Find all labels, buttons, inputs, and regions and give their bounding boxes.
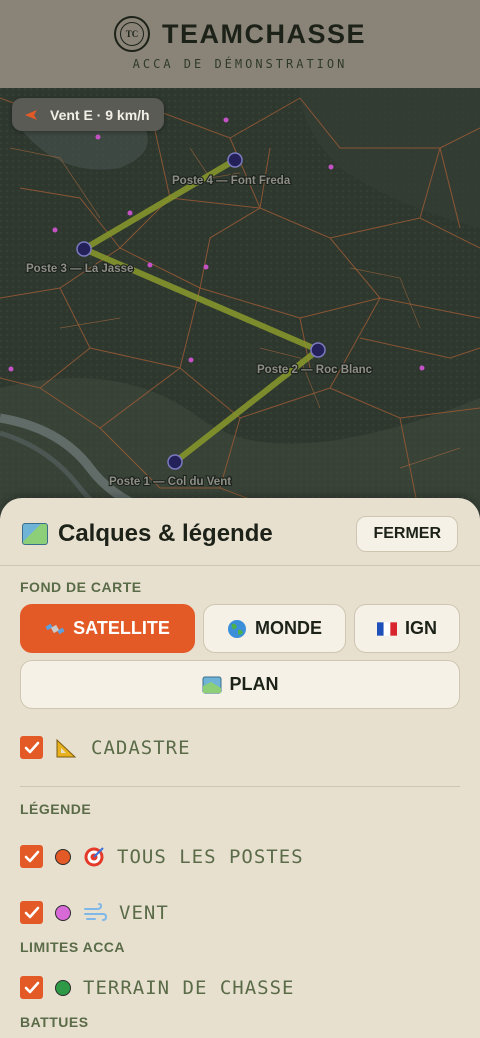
posts-color-dot xyxy=(55,848,71,865)
post-label: Poste 2 — Roc Blanc xyxy=(257,364,373,376)
check-icon xyxy=(24,850,39,862)
brand: TC TEAMCHASSE xyxy=(0,16,480,52)
basemap-monde-button[interactable]: MONDE xyxy=(203,604,346,653)
legend-label: VENT xyxy=(119,901,169,924)
limit-label: TERRAIN DE CHASSE xyxy=(83,976,295,999)
legend-item-posts[interactable]: TOUS LES POSTES xyxy=(20,845,304,868)
post-marker[interactable] xyxy=(167,454,183,470)
satellite-icon xyxy=(45,623,65,634)
post-label: Poste 3 — La Jasse xyxy=(26,263,133,275)
sheet-header: Calques & légende FERMER xyxy=(0,498,480,566)
close-button[interactable]: FERMER xyxy=(356,516,458,552)
app-header: TC TEAMCHASSE ACCA DE DÉMONSTRATION xyxy=(0,0,480,88)
hunting-ground-color-dot xyxy=(55,979,71,996)
basemap-plan-button[interactable]: PLAN xyxy=(20,660,460,709)
basemap-ign-button[interactable]: IGN xyxy=(354,604,460,653)
post-label: Poste 1 — Col du Vent xyxy=(109,476,231,488)
logo: TC xyxy=(113,16,150,52)
check-icon xyxy=(24,741,39,753)
checkbox-checked[interactable] xyxy=(20,976,43,999)
basemap-label: IGN xyxy=(404,618,437,638)
check-icon xyxy=(24,981,39,993)
limits-section-label: LIMITES ACCA xyxy=(20,939,126,955)
map-icon xyxy=(22,523,48,545)
wind-icon xyxy=(84,902,107,921)
globe-icon xyxy=(228,619,246,638)
checkbox-checked[interactable] xyxy=(20,845,43,868)
legend-label: TOUS LES POSTES xyxy=(117,845,304,868)
basemap-label: SATELLITE xyxy=(73,618,170,638)
app-title: TEAMCHASSE xyxy=(161,18,366,49)
wind-arrow-icon xyxy=(25,109,37,120)
basemap-label: PLAN xyxy=(229,674,279,694)
post-marker[interactable] xyxy=(76,241,92,257)
sheet-title-text: Calques & légende xyxy=(58,520,273,547)
logo-monogram: TC xyxy=(119,22,144,46)
wind-color-dot xyxy=(55,904,71,921)
cadastre-toggle[interactable]: CADASTRE xyxy=(20,736,191,759)
basemap-label: MONDE xyxy=(255,618,322,638)
checkbox-checked[interactable] xyxy=(20,901,43,924)
section-divider xyxy=(20,786,460,787)
wind-label: Vent E · 9 km/h xyxy=(50,106,150,123)
map-view[interactable]: Poste 4 — Font Freda Poste 3 — La Jasse … xyxy=(0,88,480,518)
triangular-ruler-icon xyxy=(56,738,77,757)
french-flag-icon xyxy=(376,621,397,636)
post-marker[interactable] xyxy=(227,152,243,168)
cadastre-label: CADASTRE xyxy=(91,736,191,759)
sheet-title: Calques & légende xyxy=(22,520,273,548)
layers-sheet: Calques & légende FERMER FOND DE CARTE S… xyxy=(0,498,480,1038)
target-icon xyxy=(84,846,104,866)
map-icon xyxy=(202,676,221,693)
app-subtitle: ACCA DE DÉMONSTRATION xyxy=(132,57,348,71)
satellite-map[interactable]: Poste 4 — Font Freda Poste 3 — La Jasse … xyxy=(0,88,480,518)
legend-item-wind[interactable]: VENT xyxy=(20,901,169,924)
limit-item-hunting-ground[interactable]: TERRAIN DE CHASSE xyxy=(20,976,294,999)
post-label: Poste 4 — Font Freda xyxy=(172,175,291,187)
basemap-section-label: FOND DE CARTE xyxy=(20,579,142,595)
legend-section-label: LÉGENDE xyxy=(20,801,92,817)
battues-section-label: BATTUES xyxy=(20,1014,89,1030)
post-marker[interactable] xyxy=(310,342,326,358)
check-icon xyxy=(24,906,39,918)
wind-indicator[interactable]: Vent E · 9 km/h xyxy=(12,98,164,131)
basemap-satellite-button[interactable]: SATELLITE xyxy=(20,604,195,653)
checkbox-checked[interactable] xyxy=(20,736,43,759)
